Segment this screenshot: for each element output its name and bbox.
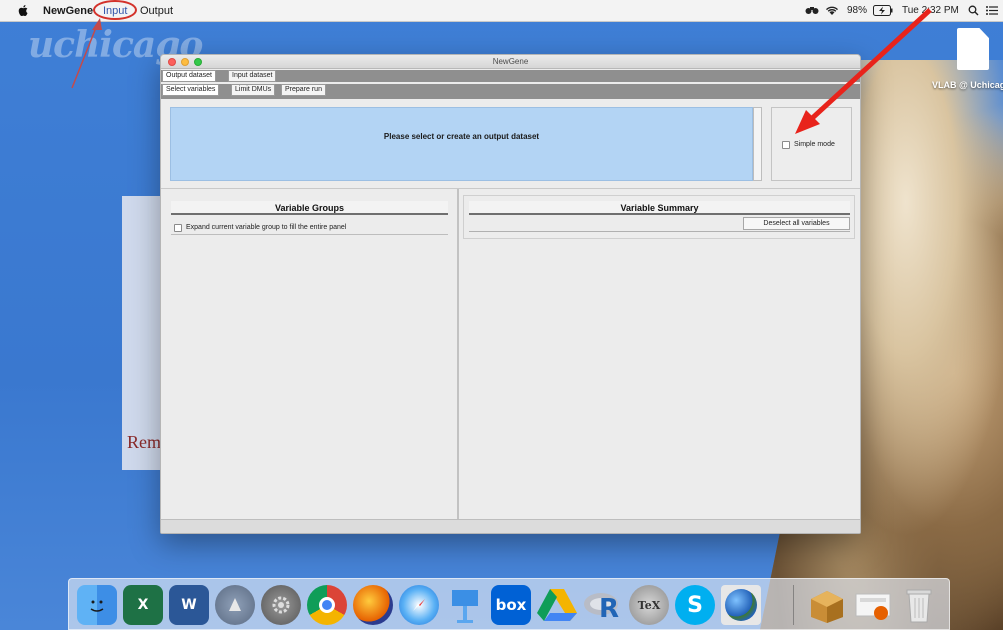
spotlight-search-icon[interactable]: [968, 5, 979, 16]
wifi-icon[interactable]: [825, 5, 839, 16]
word-icon[interactable]: W: [169, 585, 209, 625]
document-label[interactable]: VLAB @ Uchicago: [932, 80, 1003, 90]
simple-mode-checkbox[interactable]: [782, 141, 790, 149]
preview-icon[interactable]: [853, 585, 893, 625]
annotation-circle: [93, 0, 137, 20]
menu-bar: NewGene Input Output 98% Tue 2:32 PM: [0, 0, 1003, 22]
variable-groups-header: Variable Groups: [171, 201, 448, 215]
finder-icon[interactable]: [77, 585, 117, 625]
message-area: Please select or create an output datase…: [170, 107, 753, 181]
tex-icon[interactable]: TeX: [629, 585, 669, 625]
system-preferences-icon[interactable]: [261, 585, 301, 625]
installer-icon[interactable]: [807, 585, 847, 625]
desktop-paper-text: Rem: [127, 432, 161, 452]
tab-select-variables[interactable]: Select variables: [162, 84, 220, 96]
glasses-icon[interactable]: [805, 5, 819, 16]
box-icon[interactable]: box: [491, 585, 531, 625]
message-text: Please select or create an output datase…: [383, 132, 540, 141]
skype-icon[interactable]: S: [675, 585, 715, 625]
safari-icon[interactable]: [399, 585, 439, 625]
tab-output-dataset[interactable]: Output dataset: [162, 70, 216, 82]
tab-limit-dmus[interactable]: Limit DMUs: [231, 84, 276, 96]
battery-percent: 98%: [847, 5, 868, 16]
variable-summary-header: Variable Summary: [469, 201, 850, 215]
title-bar[interactable]: NewGene: [161, 55, 860, 69]
r-icon[interactable]: R: [583, 585, 623, 625]
dock: X W box R TeX S: [68, 578, 950, 630]
chrome-icon[interactable]: [307, 585, 347, 625]
google-drive-icon[interactable]: [537, 585, 577, 625]
document-icon[interactable]: [957, 28, 989, 70]
window-status-strip: [161, 519, 860, 533]
variable-groups-panel: Variable Groups Expand current variable …: [162, 189, 457, 519]
dataset-tab-bar: Output dataset Input dataset: [161, 70, 860, 82]
keynote-icon[interactable]: [445, 585, 485, 625]
launchpad-icon[interactable]: [215, 585, 255, 625]
simple-mode-panel: Simple mode: [771, 107, 852, 181]
tab-input-dataset[interactable]: Input dataset: [228, 70, 277, 82]
notification-center-icon[interactable]: [986, 6, 998, 15]
apple-menu-icon[interactable]: [17, 4, 29, 17]
summary-underline: [469, 231, 850, 232]
variable-summary-panel: Variable Summary Deselect all variables: [459, 189, 859, 519]
menu-app-name[interactable]: NewGene: [43, 5, 93, 17]
svg-text:R: R: [599, 594, 619, 623]
deselect-all-button[interactable]: Deselect all variables: [743, 217, 850, 230]
battery-charging-icon[interactable]: [873, 5, 893, 16]
expand-group-label[interactable]: Expand current variable group to fill th…: [186, 224, 346, 231]
simple-mode-label[interactable]: Simple mode: [794, 141, 835, 148]
window-title: NewGene: [492, 57, 529, 66]
excel-icon[interactable]: X: [123, 585, 163, 625]
expand-group-checkbox[interactable]: [174, 224, 182, 232]
dock-separator: [793, 585, 794, 625]
expand-row: Expand current variable group to fill th…: [171, 221, 448, 235]
globe-icon[interactable]: [721, 585, 761, 625]
message-scrollbar[interactable]: [753, 107, 762, 181]
tab-prepare-run[interactable]: Prepare run: [281, 84, 326, 96]
desktop-paper: [122, 196, 164, 470]
step-tab-bar: Select variables Limit DMUs Prepare run: [161, 84, 860, 96]
firefox-icon[interactable]: [353, 585, 393, 625]
menu-output[interactable]: Output: [140, 5, 173, 17]
trash-icon[interactable]: [899, 585, 939, 625]
clock[interactable]: Tue 2:32 PM: [902, 5, 959, 16]
tab-bar-strip: [161, 96, 860, 99]
newgene-window: NewGene Output dataset Input dataset Sel…: [160, 54, 861, 534]
